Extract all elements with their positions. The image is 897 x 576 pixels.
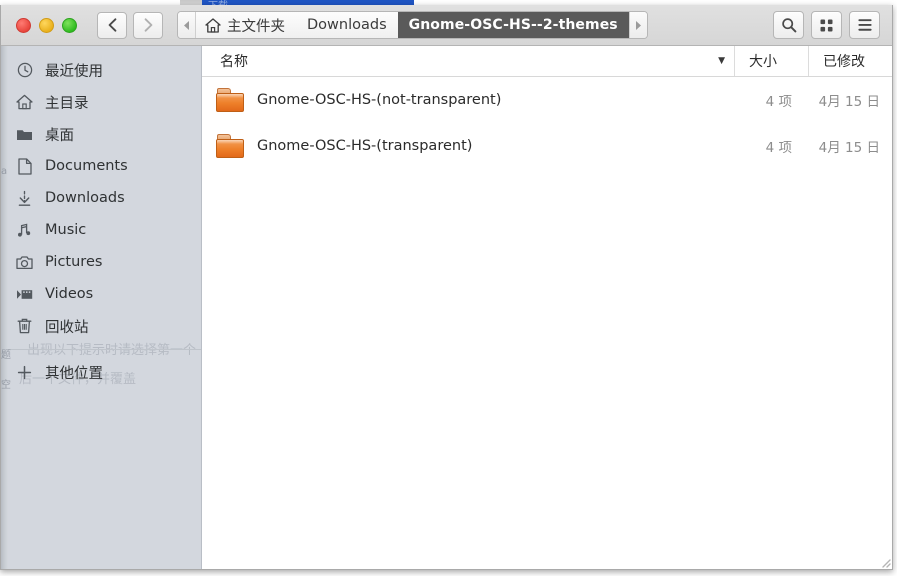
- sidebar-divider: [1, 349, 201, 350]
- caret-left-icon: [183, 20, 189, 30]
- sidebar-item-videos[interactable]: Videos: [1, 278, 201, 310]
- home-icon: [205, 17, 221, 33]
- folder-icon: [216, 133, 246, 159]
- file-name: Gnome-OSC-HS-(not-transparent): [257, 92, 502, 108]
- grid-icon: [820, 19, 833, 31]
- window-body: a 题 空 出现以下提示时请选择第一个 后一个文件，并覆盖 最近使用 主目录 桌…: [1, 46, 892, 569]
- breadcrumb-item-current[interactable]: Gnome-OSC-HS--2-themes: [397, 12, 629, 38]
- folder-icon: [216, 87, 246, 113]
- sidebar-item-pictures[interactable]: Pictures: [1, 246, 201, 278]
- document-icon: [16, 157, 33, 175]
- search-icon: [781, 18, 796, 33]
- sort-descending-icon[interactable]: ▼: [718, 56, 725, 66]
- file-manager-window: 主文件夹 Downloads Gnome-OSC-HS--2-themes a …: [0, 5, 893, 570]
- back-button[interactable]: [97, 11, 127, 39]
- music-icon: [16, 222, 33, 239]
- breadcrumb-item-label: Downloads: [307, 17, 387, 33]
- breadcrumb-item-label: 主文件夹: [227, 18, 285, 35]
- sidebar-item-label: Downloads: [45, 190, 125, 206]
- folder-icon: [16, 126, 33, 143]
- breadcrumb-item-label: Gnome-OSC-HS--2-themes: [408, 17, 618, 33]
- hamburger-icon: [857, 19, 872, 31]
- file-size: 4 项: [765, 94, 792, 110]
- breadcrumb: 主文件夹 Downloads Gnome-OSC-HS--2-themes: [177, 11, 648, 39]
- sidebar-item-recent[interactable]: 最近使用: [1, 54, 201, 86]
- menu-button[interactable]: [849, 11, 880, 39]
- navigation-buttons: [97, 11, 163, 39]
- sidebar-item-desktop[interactable]: 桌面: [1, 118, 201, 150]
- forward-button[interactable]: [133, 11, 163, 39]
- column-header-label: 名称: [220, 54, 248, 70]
- breadcrumb-item-home[interactable]: 主文件夹: [196, 12, 296, 38]
- view-grid-button[interactable]: [811, 11, 842, 39]
- camera-icon: [16, 254, 33, 271]
- sidebar-item-label: 主目录: [45, 95, 89, 112]
- file-name: Gnome-OSC-HS-(transparent): [257, 138, 473, 154]
- sidebar-item-label: 回收站: [45, 319, 89, 336]
- close-button[interactable]: [16, 17, 31, 33]
- chevron-right-icon: [144, 18, 152, 32]
- file-name-cell: Gnome-OSC-HS-(not-transparent): [202, 87, 734, 113]
- sidebar-item-label: 其他位置: [45, 365, 103, 382]
- sidebar-item-downloads[interactable]: Downloads: [1, 182, 201, 214]
- breadcrumb-scroll-left[interactable]: [178, 12, 196, 38]
- video-icon: [16, 286, 33, 303]
- file-name-cell: Gnome-OSC-HS-(transparent): [202, 133, 734, 159]
- sidebar-item-other-locations[interactable]: 其他位置: [1, 356, 201, 388]
- window-controls: [16, 17, 77, 33]
- clock-icon: [16, 62, 33, 79]
- table-row[interactable]: Gnome-OSC-HS-(transparent) 4 项 4月 15 日: [202, 123, 892, 169]
- sidebar-item-documents[interactable]: Documents: [1, 150, 201, 182]
- download-icon: [16, 190, 33, 207]
- file-modified: 4月 15 日: [818, 94, 880, 110]
- sidebar-item-label: Pictures: [45, 254, 103, 270]
- sidebar-item-label: Documents: [45, 158, 128, 174]
- plus-icon: [16, 364, 33, 381]
- trash-icon: [16, 318, 33, 335]
- column-header-modified[interactable]: 已修改: [808, 46, 892, 76]
- sidebar: 出现以下提示时请选择第一个 后一个文件，并覆盖 最近使用 主目录 桌面 Docu…: [1, 46, 202, 569]
- sidebar-item-trash[interactable]: 回收站: [1, 310, 201, 342]
- breadcrumb-item-downloads[interactable]: Downloads: [296, 12, 398, 38]
- sidebar-item-label: 桌面: [45, 127, 74, 144]
- chevron-left-icon: [108, 18, 116, 32]
- home-icon: [16, 94, 33, 111]
- column-header-label: 大小: [749, 54, 777, 70]
- sidebar-item-label: Music: [45, 222, 87, 238]
- file-modified: 4月 15 日: [818, 140, 880, 156]
- maximize-button[interactable]: [62, 17, 77, 33]
- sidebar-item-label: 最近使用: [45, 63, 103, 80]
- file-list-rows: Gnome-OSC-HS-(not-transparent) 4 项 4月 15…: [202, 77, 892, 569]
- column-header-name[interactable]: 名称 ▼: [202, 46, 734, 76]
- search-button[interactable]: [773, 11, 804, 39]
- sidebar-item-label: Videos: [45, 286, 94, 302]
- sidebar-item-music[interactable]: Music: [1, 214, 201, 246]
- file-list-area: 名称 ▼ 大小 已修改 Gnome-OSC-HS-(not-transparen…: [202, 46, 892, 569]
- column-header-label: 已修改: [823, 54, 865, 70]
- file-list-header: 名称 ▼ 大小 已修改: [202, 46, 892, 77]
- column-header-size[interactable]: 大小: [734, 46, 808, 76]
- caret-right-icon: [636, 20, 642, 30]
- sidebar-item-home[interactable]: 主目录: [1, 86, 201, 118]
- resize-grip[interactable]: [878, 555, 891, 568]
- file-size: 4 项: [765, 140, 792, 156]
- header-actions: [773, 11, 883, 39]
- table-row[interactable]: Gnome-OSC-HS-(not-transparent) 4 项 4月 15…: [202, 77, 892, 123]
- breadcrumb-scroll-right[interactable]: [628, 12, 647, 38]
- minimize-button[interactable]: [39, 17, 54, 33]
- window-header-bar: 主文件夹 Downloads Gnome-OSC-HS--2-themes: [1, 5, 892, 46]
